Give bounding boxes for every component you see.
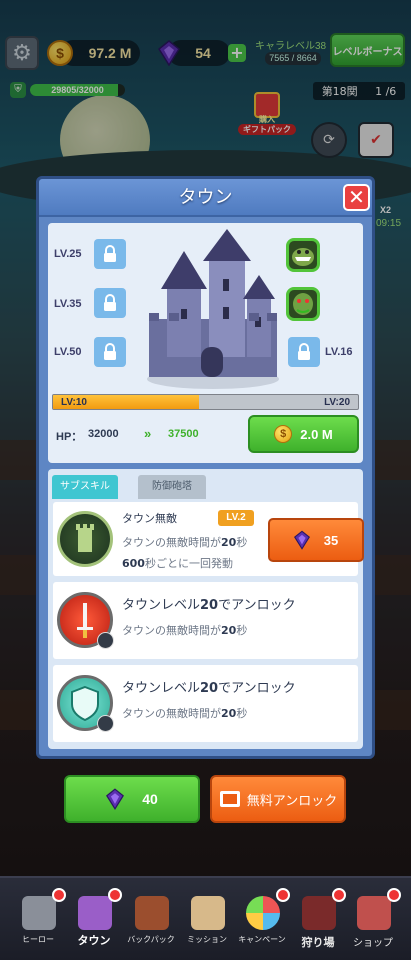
skills-panel: サブスキル 防御砲塔 タウン無敵 LV.2 タウンの無敵時間が20秒 600秒ご… (48, 469, 364, 749)
unlock-level-label: LV.25 (54, 248, 82, 260)
knight-helmet-icon (22, 896, 56, 930)
nav-label: バックパック (127, 935, 175, 944)
notification-badge (52, 888, 66, 902)
lock-icon[interactable] (94, 337, 126, 367)
skill-level-tag: LV.2 (218, 510, 254, 526)
backpack-icon (135, 896, 169, 930)
tab-defense-tower[interactable]: 防御砲塔 (138, 475, 206, 499)
next-level: LV:20 (324, 397, 350, 408)
castle-illustration (147, 229, 279, 389)
video-icon (219, 791, 240, 807)
skill-desc-line2: 600秒ごとに一回発動 (122, 557, 233, 570)
nav-label: ヒーロー (22, 935, 54, 944)
town-level-progress: LV:10 LV:20 (52, 394, 359, 410)
green-monster-icon[interactable] (286, 238, 320, 272)
notification-badge (387, 888, 401, 902)
wheel-icon (246, 896, 280, 930)
purple-gem-icon (106, 788, 125, 810)
close-button[interactable]: ✕ (343, 184, 370, 211)
nav-label: タウン (77, 934, 111, 947)
lock-icon[interactable] (94, 288, 126, 318)
hp-label: HP： (56, 431, 83, 443)
hp-next: 37500 (168, 428, 199, 440)
skill-title: タウンレベル20でアンロック (122, 598, 296, 613)
nav-shop[interactable]: ショップ (347, 888, 401, 956)
skull-icon (302, 896, 336, 930)
skill-title: タウンレベル20でアンロック (122, 681, 296, 696)
lock-icon[interactable] (94, 239, 126, 269)
lock-icon (97, 632, 114, 649)
skill-desc: タウンの無敵時間が20秒 (122, 624, 248, 637)
coin-icon: $ (274, 425, 293, 443)
bottom-navbar: ヒーロー タウン バックパック ミッション キャンペーン 狩り場 ショップ (0, 876, 411, 960)
shop-icon (357, 896, 391, 930)
nav-town[interactable]: タウン (68, 888, 122, 956)
castle-icon (78, 896, 112, 930)
double-chevron-right-icon: » (144, 426, 152, 441)
free-unlock-button[interactable]: 無料アンロック (210, 775, 346, 823)
tower-icon (57, 511, 113, 567)
nav-mission[interactable]: ミッション (181, 888, 233, 956)
skill-title: タウン無敵 (122, 512, 177, 525)
unlock-level-label: LV.35 (54, 298, 82, 310)
scroll-icon (191, 896, 225, 930)
nav-hunting-ground[interactable]: 狩り場 (292, 888, 346, 956)
unlock-level-label: LV.16 (325, 346, 353, 358)
upgrade-cost: 2.0 M (300, 426, 333, 442)
skill-upgrade-gem-button[interactable]: 35 (268, 518, 364, 562)
upgrade-button[interactable]: $ 2.0 M (248, 415, 359, 453)
town-info-panel: LV.25 LV.35 LV.50 LV.16 LV:10 LV:20 HP： … (48, 223, 363, 463)
lock-icon (97, 715, 114, 732)
modal-title: タウン (178, 187, 233, 208)
gem-unlock-cost: 40 (142, 791, 158, 807)
tab-sub-skill[interactable]: サブスキル (52, 475, 118, 499)
nav-backpack[interactable]: バックパック (125, 888, 177, 956)
free-unlock-label: 無料アンロック (246, 793, 338, 809)
lock-icon[interactable] (288, 337, 320, 367)
nav-label: 狩り場 (301, 936, 335, 949)
town-modal: タウン ✕ LV.25 LV.35 LV.50 LV.16 LV:10 LV:2… (36, 176, 375, 759)
skill-desc: タウンの無敵時間が20秒 (122, 707, 248, 720)
nav-label: ミッション (187, 935, 227, 944)
nav-label: キャンペーン (238, 935, 286, 944)
current-level: LV:10 (61, 397, 87, 408)
skill-desc-line1: タウンの無敵時間が20秒 (122, 536, 248, 549)
skill-card-locked: タウンレベル20でアンロック タウンの無敵時間が20秒 (53, 582, 358, 659)
notification-badge (108, 888, 122, 902)
notification-badge (332, 888, 346, 902)
hp-current: 32000 (88, 428, 119, 440)
unlock-level-label: LV.50 (54, 346, 82, 358)
purple-gem-icon (293, 530, 310, 550)
skill-card-locked: タウンレベル20でアンロック タウンの無敵時間が20秒 (53, 665, 358, 742)
nav-label: ショップ (353, 938, 393, 949)
skill-upgrade-cost: 35 (323, 532, 339, 548)
orc-monster-icon[interactable] (286, 287, 320, 321)
skill-card-town-invincible: タウン無敵 LV.2 タウンの無敵時間が20秒 600秒ごとに一回発動 35 (53, 502, 364, 576)
notification-badge (276, 888, 290, 902)
nav-hero[interactable]: ヒーロー (12, 888, 66, 956)
nav-campaign[interactable]: キャンペーン (236, 888, 290, 956)
gem-unlock-button[interactable]: 40 (64, 775, 200, 823)
